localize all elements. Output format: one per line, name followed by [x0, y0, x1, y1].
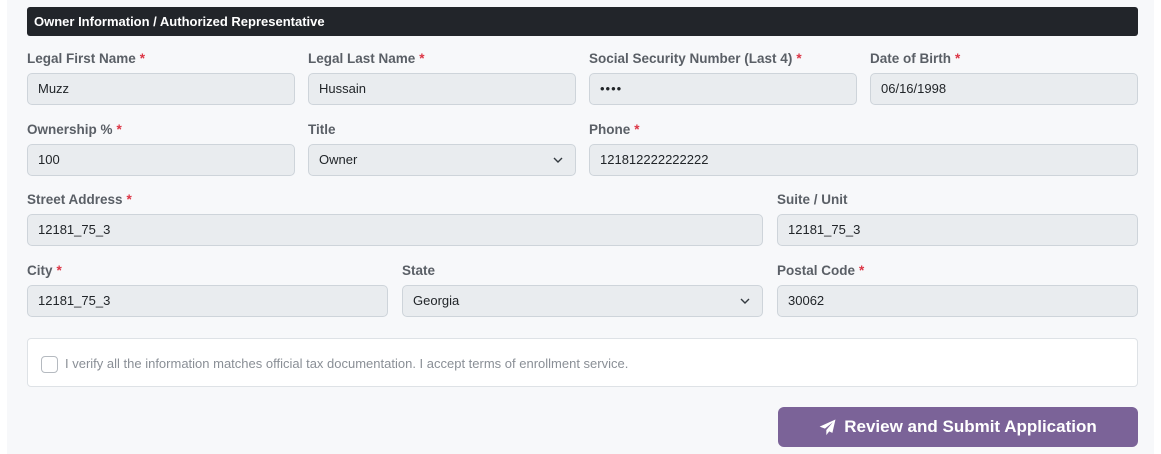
street-input[interactable]: 12181_75_3 [27, 214, 763, 246]
chevron-down-icon [553, 157, 563, 163]
field-phone: Phone * 121812222222222 [589, 121, 1138, 178]
suite-input[interactable]: 12181_75_3 [777, 214, 1138, 246]
required-marker: * [126, 192, 132, 207]
city-input[interactable]: 12181_75_3 [27, 285, 388, 317]
state-select-value: Georgia [402, 285, 763, 317]
required-marker: * [139, 51, 146, 66]
dob-label: Date of Birth * [870, 51, 961, 66]
submit-button[interactable]: Review and Submit Application [778, 407, 1138, 447]
city-label: City * [27, 263, 62, 278]
postal-label: Postal Code * [777, 263, 865, 278]
last-name-input[interactable]: Hussain [308, 73, 576, 105]
required-marker: * [419, 51, 425, 66]
field-title: Title Owner [308, 121, 576, 178]
verify-box: I verify all the information matches off… [27, 338, 1138, 387]
state-label: State [402, 263, 436, 278]
postal-input[interactable]: 30062 [777, 285, 1138, 317]
field-suite: Suite / Unit 12181_75_3 [777, 191, 1138, 248]
required-marker: * [634, 122, 640, 137]
required-marker: * [955, 51, 961, 66]
paper-plane-icon [819, 419, 836, 435]
field-street: Street Address * 12181_75_3 [27, 191, 763, 248]
first-name-label: Legal First Name * [27, 51, 146, 66]
phone-label: Phone * [589, 122, 640, 137]
field-first-name: Legal First Name * Muzz [27, 50, 295, 107]
required-marker: * [859, 263, 865, 278]
section-header: Owner Information / Authorized Represent… [27, 7, 1138, 36]
dob-input[interactable]: 06/16/1998 [870, 73, 1138, 105]
state-select[interactable]: Georgia [402, 285, 763, 317]
suite-label: Suite / Unit [777, 192, 848, 207]
field-city: City * 12181_75_3 [27, 262, 388, 319]
required-marker: * [796, 51, 802, 66]
first-name-input[interactable]: Muzz [27, 73, 295, 105]
chevron-down-icon [740, 298, 750, 304]
last-name-label: Legal Last Name * [308, 51, 425, 66]
ownership-label: Ownership % * [27, 122, 122, 137]
verify-checkbox[interactable] [41, 356, 58, 373]
field-dob: Date of Birth * 06/16/1998 [870, 50, 1138, 107]
required-marker: * [56, 263, 62, 278]
field-state: State Georgia [402, 262, 763, 319]
ownership-input[interactable]: 100 [27, 144, 295, 176]
field-last-name: Legal Last Name * Hussain [308, 50, 576, 107]
required-marker: * [116, 122, 122, 137]
title-select[interactable]: Owner [308, 144, 576, 176]
title-label: Title [308, 122, 336, 137]
verify-text: I verify all the information matches off… [65, 356, 629, 371]
field-postal: Postal Code * 30062 [777, 262, 1138, 319]
street-label: Street Address * [27, 192, 132, 207]
title-select-value: Owner [308, 144, 576, 176]
submit-button-label: Review and Submit Application [844, 417, 1097, 436]
phone-input[interactable]: 121812222222222 [589, 144, 1138, 176]
field-ownership: Ownership % * 100 [27, 121, 295, 178]
ssn-input[interactable]: •••• [589, 73, 857, 105]
field-ssn: Social Security Number (Last 4) * •••• [589, 50, 857, 107]
ssn-label: Social Security Number (Last 4) * [589, 51, 802, 66]
